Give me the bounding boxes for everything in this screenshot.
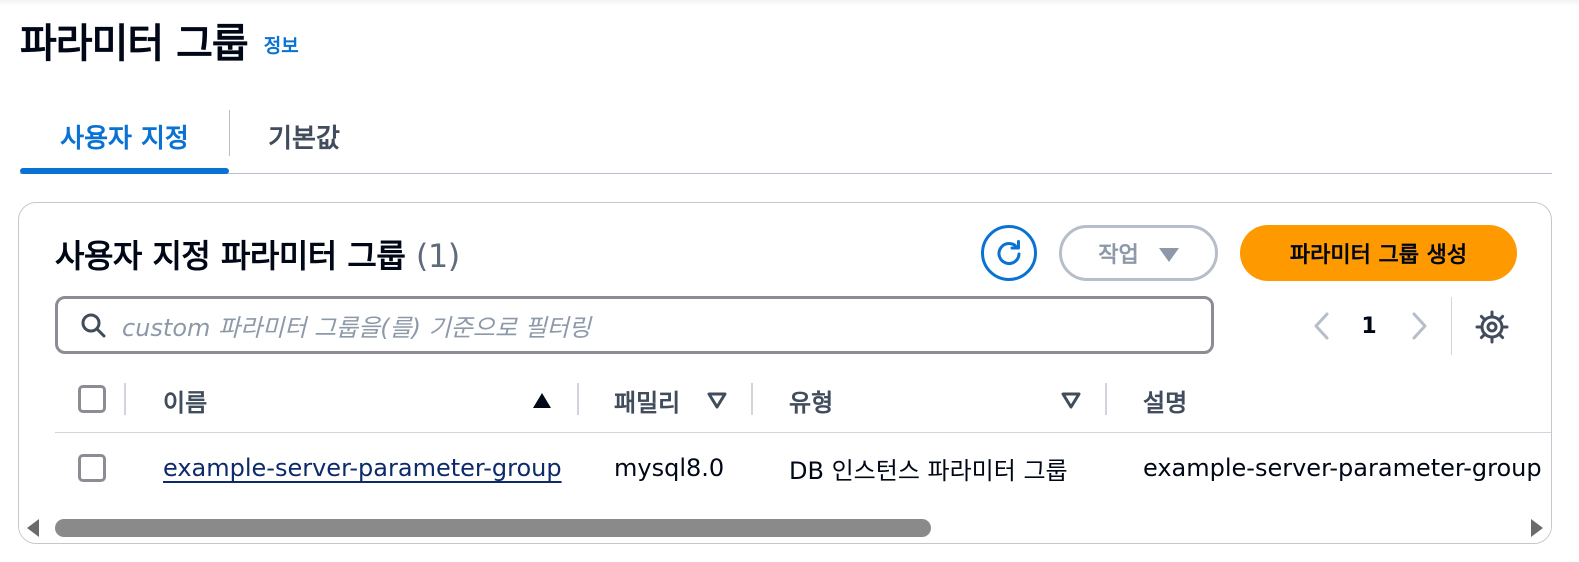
column-divider (1105, 383, 1107, 415)
tab-custom[interactable]: 사용자 지정 (20, 100, 229, 174)
table-cell-name: example-server-parameter-group (163, 451, 562, 485)
column-header-family[interactable]: 패밀리 (614, 383, 680, 417)
create-parameter-group-button[interactable]: 파라미터 그룹 생성 (1240, 225, 1517, 281)
chevron-right-icon (1412, 312, 1427, 340)
refresh-icon (997, 240, 1021, 266)
sort-descending-icon[interactable] (707, 390, 727, 410)
column-header-description[interactable]: 설명 (1143, 383, 1187, 417)
scrollbar-thumb[interactable] (55, 519, 931, 537)
header-row-divider (55, 432, 1551, 433)
parameter-groups-table-container: 사용자 지정 파라미터 그룹 (1) 작업 파라미터 그룹 생성 custom … (18, 202, 1552, 544)
table-title: 사용자 지정 파라미터 그룹 (55, 237, 406, 275)
chevron-left-icon (1314, 312, 1329, 340)
column-header-name[interactable]: 이름 (163, 383, 207, 417)
caret-down-icon (1158, 247, 1179, 262)
page-header: 파라미터 그룹 정보 (20, 12, 299, 68)
previous-page-button[interactable] (1307, 309, 1337, 343)
table-header-title: 사용자 지정 파라미터 그룹 (1) (55, 231, 460, 277)
page-title: 파라미터 그룹 (20, 21, 249, 67)
search-placeholder: custom 파라미터 그룹을(를) 기준으로 필터링 (122, 313, 591, 342)
page-number-1[interactable]: 1 (1354, 309, 1384, 343)
parameter-group-link[interactable]: example-server-parameter-group (163, 454, 562, 482)
column-divider (577, 383, 579, 415)
tab-bar: 사용자 지정 기본값 (20, 100, 1552, 174)
actions-dropdown-button[interactable]: 작업 (1059, 225, 1218, 281)
search-icon (81, 313, 106, 338)
scroll-right-arrow-icon[interactable] (1531, 519, 1543, 537)
top-shadow (0, 0, 1579, 6)
sort-ascending-icon[interactable] (533, 393, 551, 408)
actions-label: 작업 (1098, 243, 1139, 268)
table-cell-type: DB 인스턴스 파라미터 그룹 (789, 456, 1068, 485)
scroll-left-arrow-icon[interactable] (27, 519, 39, 537)
table-cell-family: mysql8.0 (614, 454, 725, 482)
table-count: (1) (415, 237, 460, 275)
row-checkbox[interactable] (78, 454, 106, 482)
select-all-checkbox[interactable] (78, 385, 106, 413)
sort-descending-icon[interactable] (1061, 390, 1081, 410)
table-cell-description: example-server-parameter-group (1143, 454, 1542, 482)
tab-default[interactable]: 기본값 (244, 100, 364, 173)
filter-search-input[interactable]: custom 파라미터 그룹을(를) 기준으로 필터링 (55, 296, 1214, 354)
next-page-button[interactable] (1404, 309, 1434, 343)
horizontal-scrollbar[interactable] (19, 511, 1551, 543)
pager-divider (1451, 297, 1452, 355)
info-link[interactable]: 정보 (264, 31, 299, 58)
tab-divider (229, 110, 230, 156)
column-divider (124, 383, 126, 415)
column-divider (751, 383, 753, 415)
gear-icon (1475, 310, 1509, 344)
column-header-type[interactable]: 유형 (789, 383, 833, 417)
refresh-button[interactable] (981, 225, 1037, 281)
preferences-button[interactable] (1474, 309, 1510, 345)
